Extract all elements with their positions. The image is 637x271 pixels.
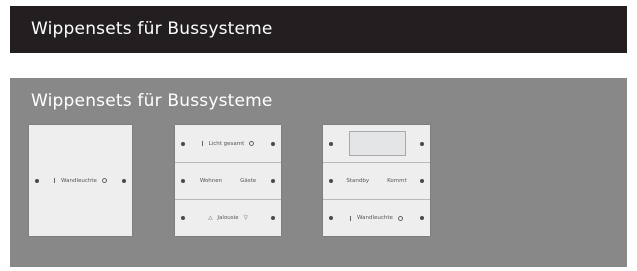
rocker-label: Licht gesamt: [208, 140, 245, 147]
switch-single-rocker: Wandleuchte: [29, 125, 132, 236]
rocker-display: [323, 125, 430, 162]
rocker-wohnen-gaeste: Wohnen Gäste: [175, 162, 281, 199]
triangle-up-icon: △: [208, 215, 213, 221]
ring-icon: [101, 178, 107, 183]
rocker-label: Jalousie: [217, 215, 239, 221]
led-icon: [329, 216, 333, 220]
product-panel: Wippensets für Bussysteme Wandleuchte Li…: [10, 78, 627, 267]
led-icon: [329, 141, 333, 146]
led-icon: [420, 179, 424, 183]
switch-three-rockers: Licht gesamt Wohnen Gäste △ Jalousie ▽: [175, 125, 281, 236]
rocker-standby-kommt: Standby Kommt: [323, 162, 430, 199]
rocker-jalousie: △ Jalousie ▽: [175, 199, 281, 236]
page-title: Wippensets für Bussysteme: [31, 19, 273, 39]
rocker-label: Wandleuchte: [61, 177, 97, 184]
led-icon: [122, 178, 126, 183]
rocker-wandleuchte: Wandleuchte: [29, 125, 132, 236]
led-icon: [271, 216, 275, 220]
switch-display-rockers: Standby Kommt Wandleuchte: [323, 125, 430, 236]
led-icon: [271, 141, 275, 146]
panel-title: Wippensets für Bussysteme: [31, 91, 273, 111]
led-icon: [420, 216, 424, 220]
rocker-label: Wandleuchte: [357, 215, 393, 221]
rocker-licht-gesamt: Licht gesamt: [175, 125, 281, 162]
bar-icon: [54, 178, 56, 183]
triangle-down-icon: ▽: [243, 215, 248, 221]
rocker-label-right: Gäste: [240, 178, 257, 184]
ring-icon: [249, 141, 255, 146]
rocker-label-right: Kommt: [387, 178, 407, 184]
rocker-label-left: Standby: [346, 178, 370, 184]
led-icon: [181, 179, 185, 183]
led-icon: [181, 216, 185, 220]
bar-icon: [350, 215, 352, 221]
led-icon: [271, 179, 275, 183]
page-header: Wippensets für Bussysteme: [10, 6, 627, 53]
rocker-label-left: Wohnen: [199, 178, 223, 184]
led-icon: [35, 178, 39, 183]
led-icon: [420, 141, 424, 146]
led-icon: [181, 141, 185, 146]
rocker-wandleuchte: Wandleuchte: [323, 199, 430, 236]
ring-icon: [397, 215, 403, 221]
led-icon: [329, 179, 333, 183]
bar-icon: [201, 141, 203, 146]
lcd-display: [349, 131, 406, 156]
